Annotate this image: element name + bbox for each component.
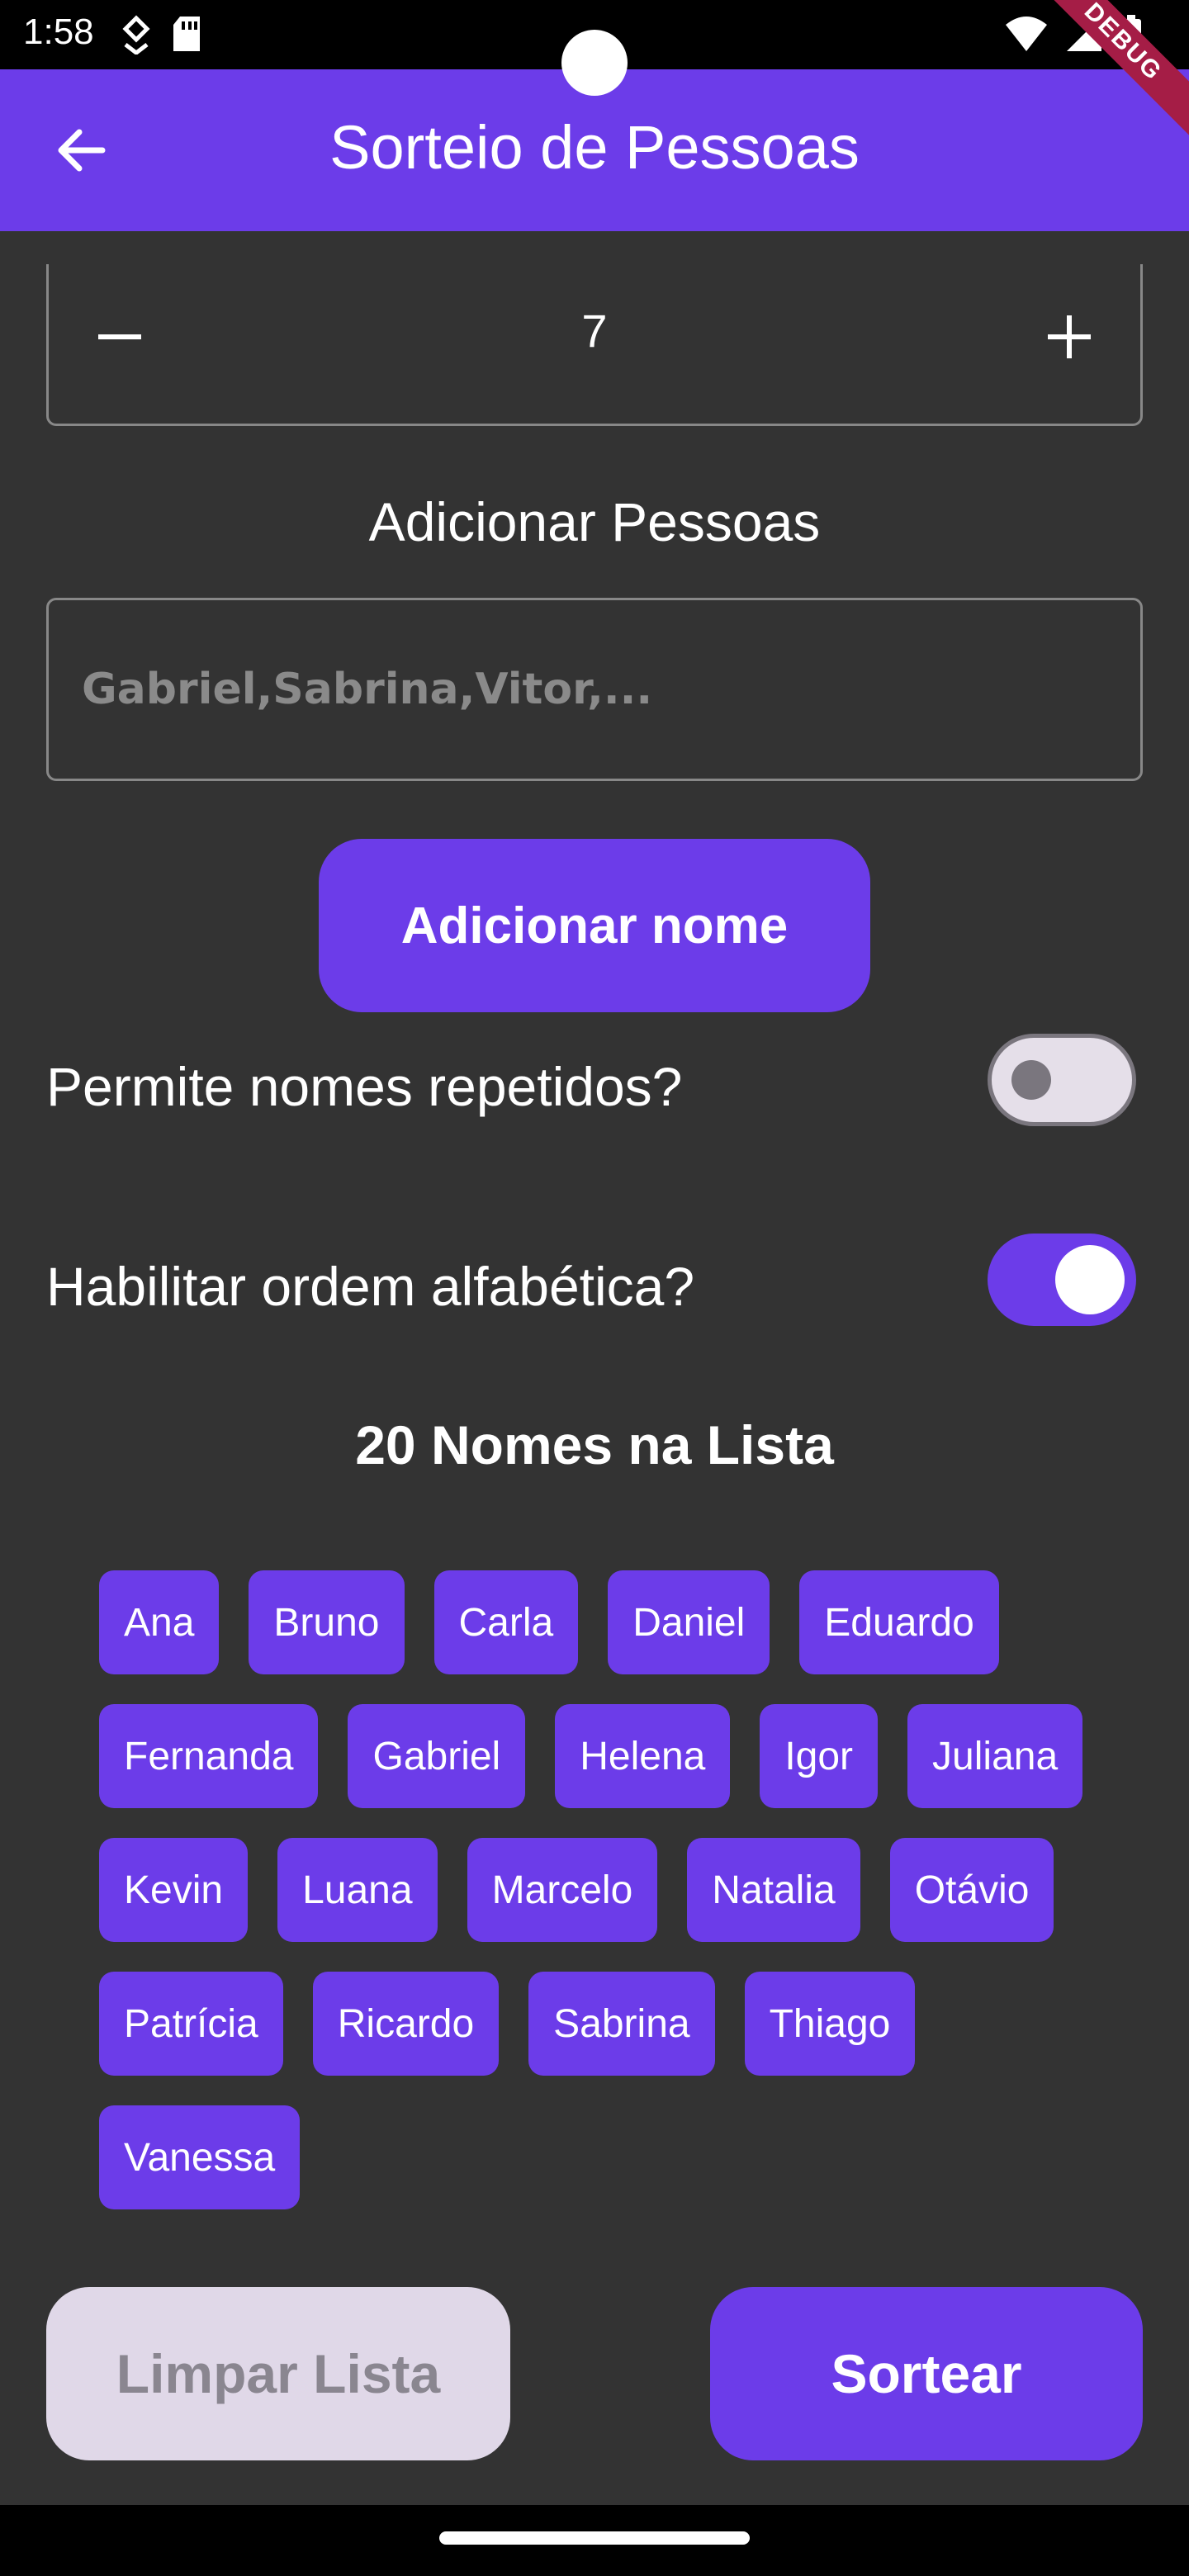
name-chip[interactable]: Fernanda [99, 1704, 319, 1808]
quantity-stepper: 7 [46, 264, 1143, 426]
names-input[interactable] [46, 598, 1143, 781]
chip-row: Fernanda Gabriel Helena Igor Juliana [99, 1704, 1123, 1808]
name-chip[interactable]: Daniel [608, 1570, 770, 1674]
status-icons-left [122, 15, 201, 54]
name-chip[interactable]: Eduardo [799, 1570, 999, 1674]
chip-row: Ana Bruno Carla Daniel Eduardo [99, 1570, 1123, 1674]
chip-row: Kevin Luana Marcelo Natalia Otávio [99, 1838, 1123, 1942]
name-chip[interactable]: Natalia [687, 1838, 860, 1942]
name-chip[interactable]: Ana [99, 1570, 220, 1674]
wifi-icon [1006, 17, 1047, 51]
name-chip[interactable]: Carla [433, 1570, 579, 1674]
name-chip[interactable]: Igor [760, 1704, 879, 1808]
repeated-names-switch[interactable] [988, 1034, 1136, 1126]
name-chip[interactable]: Juliana [907, 1704, 1083, 1808]
name-chip[interactable]: Marcelo [467, 1838, 658, 1942]
name-chip[interactable]: Thiago [744, 1972, 916, 2076]
alphabetical-order-switch[interactable] [988, 1234, 1136, 1326]
chip-row: Patrícia Ricardo Sabrina Thiago [99, 1972, 1123, 2076]
name-chip[interactable]: Patrícia [99, 1972, 283, 2076]
camera-cutout [561, 30, 628, 96]
switch-knob [1011, 1060, 1051, 1100]
stepper-value: 7 [581, 305, 608, 357]
switch-knob [1055, 1245, 1125, 1314]
toggle-row-repeated: Permite nomes repetidos? [46, 1034, 1143, 1133]
name-chip[interactable]: Gabriel [348, 1704, 526, 1808]
name-chip[interactable]: Sabrina [528, 1972, 715, 2076]
name-chip[interactable]: Vanessa [99, 2105, 301, 2209]
download-icon [122, 15, 150, 54]
toggle-row-alphabetical: Habilitar ordem alfabética? [46, 1234, 1143, 1333]
status-time: 1:58 [23, 12, 94, 52]
chip-row: Vanessa [99, 2105, 1123, 2209]
name-chip[interactable]: Helena [555, 1704, 731, 1808]
name-chip[interactable]: Kevin [99, 1838, 249, 1942]
names-count: 20 Nomes na Lista [355, 1414, 834, 1475]
page-title: Sorteio de Pessoas [329, 113, 860, 182]
repeated-names-label: Permite nomes repetidos? [46, 1056, 683, 1117]
names-chip-list: Ana Bruno Carla Daniel Eduardo Fernanda … [99, 1570, 1123, 2239]
sd-card-icon [173, 17, 200, 51]
draw-button[interactable]: Sortear [710, 2287, 1143, 2460]
clear-list-button[interactable]: Limpar Lista [46, 2287, 510, 2460]
alphabetical-order-label: Habilitar ordem alfabética? [46, 1256, 695, 1317]
add-people-heading: Adicionar Pessoas [368, 491, 821, 552]
add-name-button[interactable]: Adicionar nome [319, 839, 870, 1012]
navigation-bar [0, 2505, 1189, 2576]
home-indicator[interactable] [439, 2531, 750, 2545]
name-chip[interactable]: Otávio [889, 1838, 1054, 1942]
name-chip[interactable]: Luana [277, 1838, 438, 1942]
plus-icon[interactable] [1045, 312, 1094, 362]
name-chip[interactable]: Ricardo [312, 1972, 500, 2076]
name-chip[interactable]: Bruno [249, 1570, 405, 1674]
